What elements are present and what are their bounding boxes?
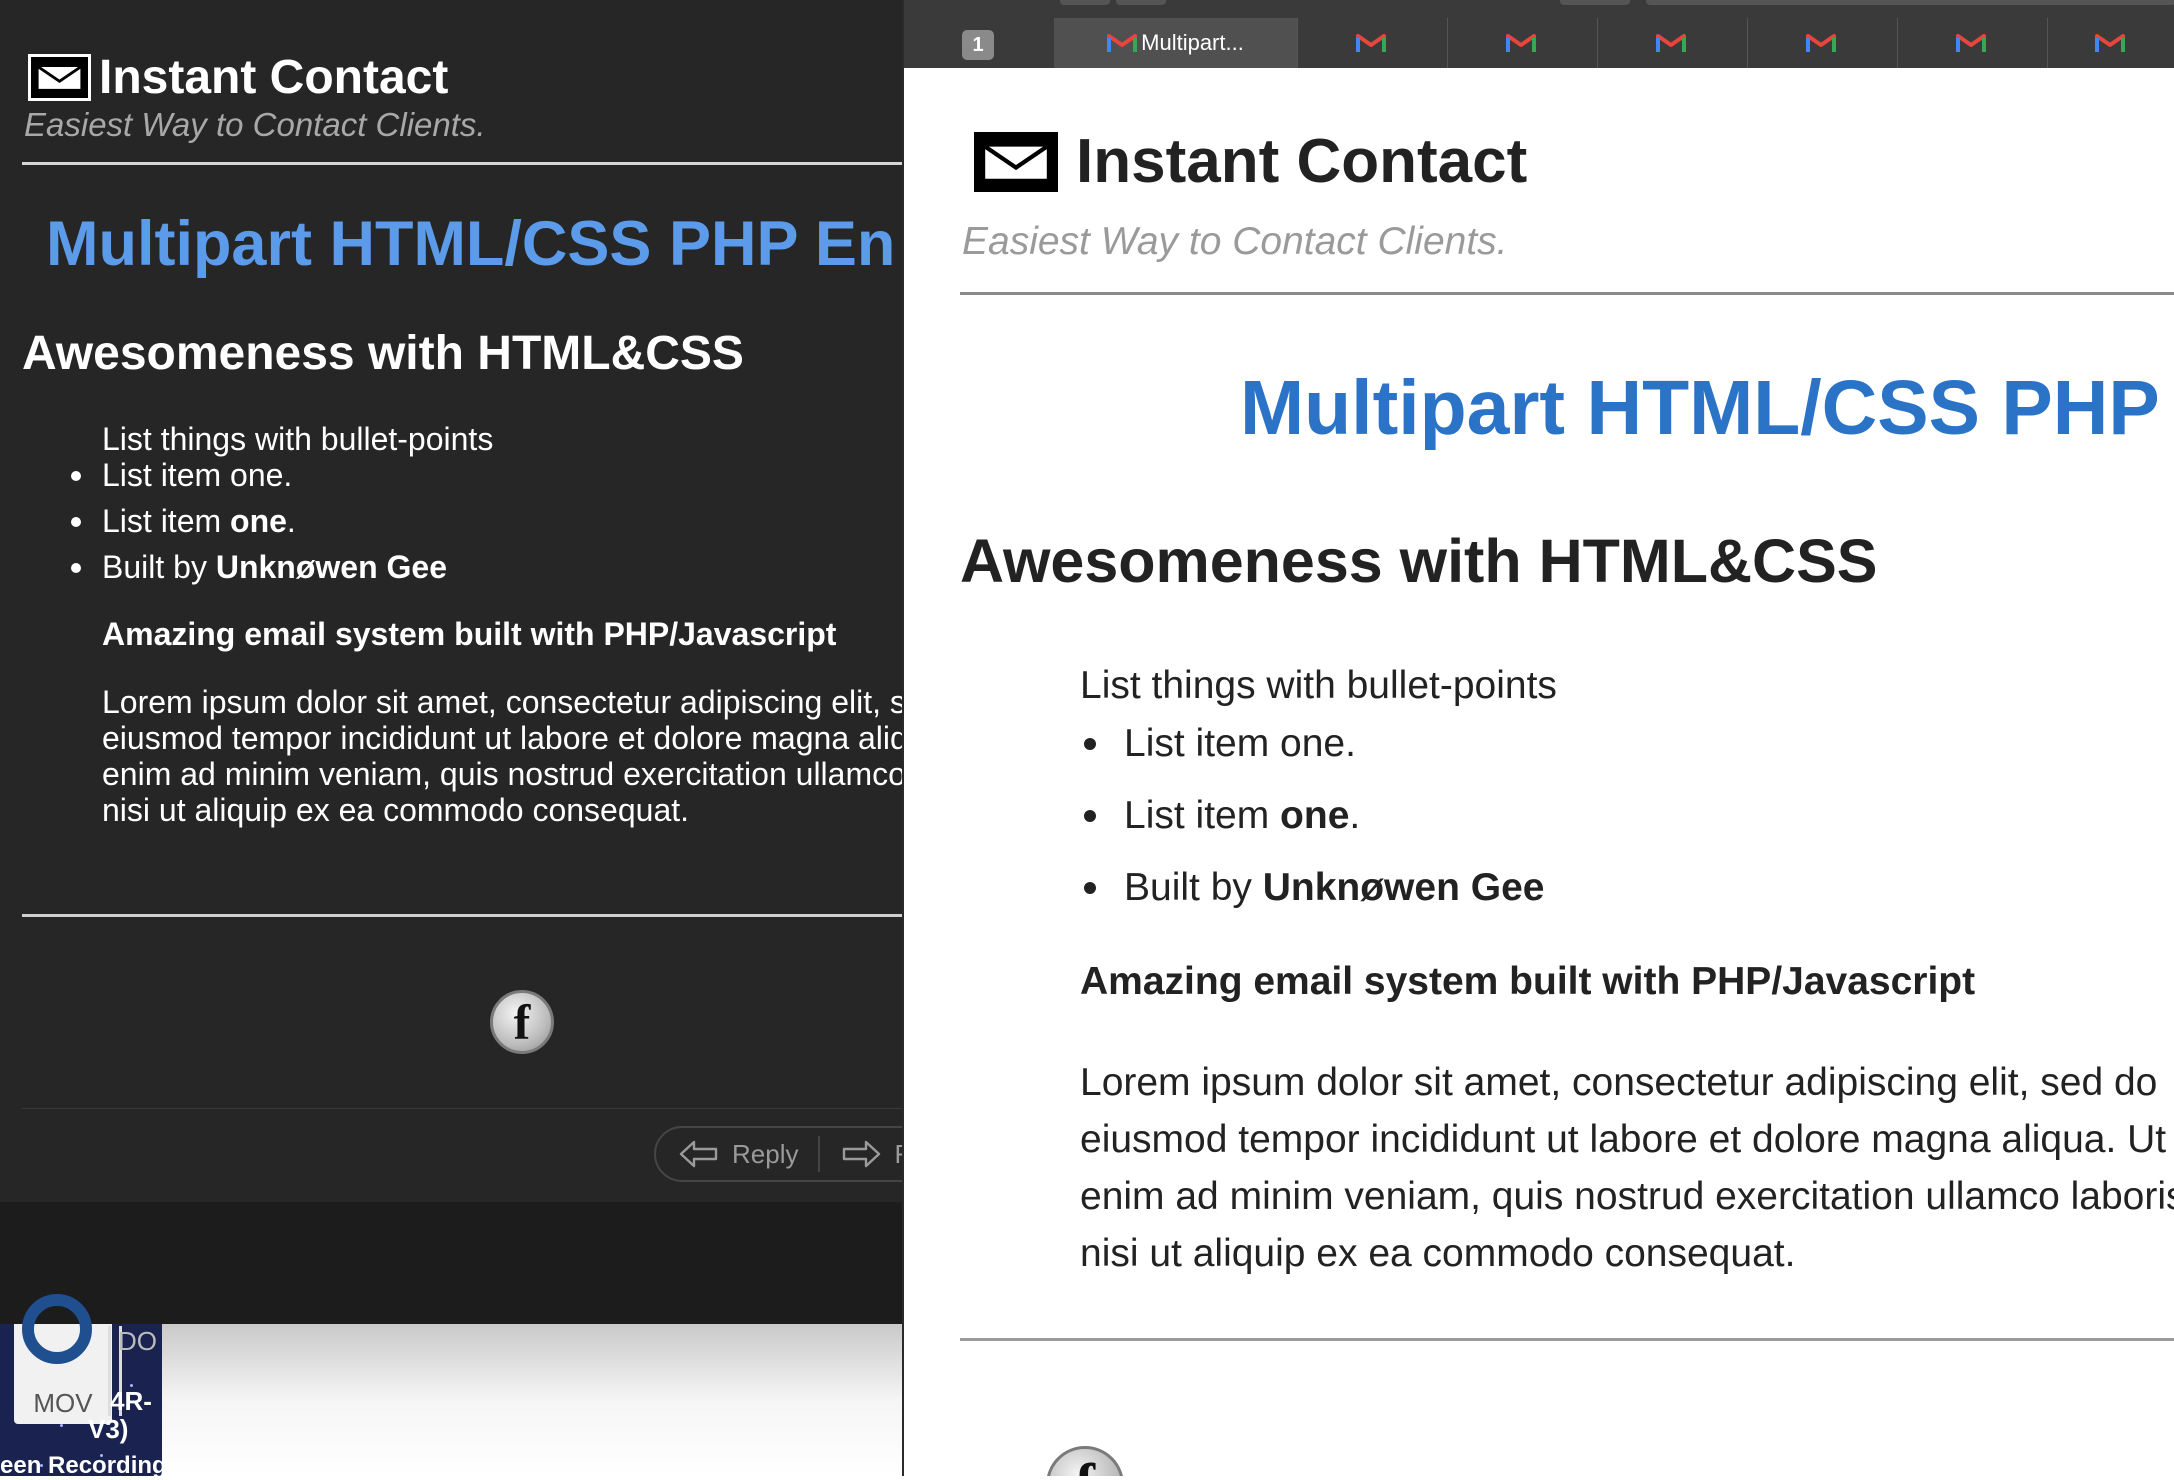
email-subheading: Awesomeness with HTML&CSS: [22, 327, 744, 380]
brand-title: Instant Contact: [99, 51, 449, 104]
reply-button[interactable]: Reply: [656, 1128, 818, 1180]
tab-gmail[interactable]: [1748, 18, 1898, 68]
email-subheading: Awesomeness with HTML&CSS: [960, 527, 1878, 595]
movie-file-icon[interactable]: MOV: [14, 1294, 112, 1424]
mail-viewer-dark: Instant Contact Easiest Way to Contact C…: [0, 0, 902, 1324]
reply-forward-group: Reply F: [654, 1126, 902, 1182]
tab-active[interactable]: Multipart...: [1054, 18, 1298, 68]
forward-arrow-icon: [843, 1140, 881, 1168]
gmail-icon: [1505, 32, 1536, 54]
gmail-icon: [1107, 32, 1138, 54]
list-item: Built by Unknøwen Gee: [71, 548, 447, 594]
tab-gmail[interactable]: [1598, 18, 1748, 68]
facebook-icon[interactable]: f: [490, 990, 554, 1054]
toolbar-control[interactable]: [1560, 0, 1630, 5]
bullet-list: List item one. List item one. Built by U…: [71, 456, 447, 594]
file-label: DO: [118, 1326, 157, 1356]
facebook-icon[interactable]: f: [1046, 1446, 1124, 1476]
tab-gmail[interactable]: [2048, 18, 2174, 68]
tagline: Easiest Way to Contact Clients.: [962, 220, 1508, 263]
list-item: List item one.: [71, 456, 447, 502]
list-intro: List things with bullet-points: [102, 421, 494, 457]
file-label: 4R-: [110, 1386, 152, 1416]
gmail-icon: [1655, 32, 1686, 54]
brand-title: Instant Contact: [1076, 127, 1528, 196]
mail-footer-bar: [0, 1202, 902, 1324]
list-intro: List things with bullet-points: [1080, 664, 1557, 707]
section-title: Amazing email system built with PHP/Java…: [1080, 960, 1976, 1003]
gmail-icon: [1955, 32, 1986, 54]
list-item: List item one.: [1083, 790, 1544, 862]
section-title: Amazing email system built with PHP/Java…: [102, 616, 837, 652]
brand-header: Instant Contact: [970, 126, 1527, 197]
divider: [22, 914, 902, 917]
tab-gmail[interactable]: [1298, 18, 1448, 68]
toolbar-control[interactable]: [1060, 0, 1110, 5]
envelope-icon: [28, 54, 91, 101]
list-item: List item one.: [1083, 718, 1544, 790]
address-bar[interactable]: [1700, 0, 2174, 5]
gmail-icon: [1805, 32, 1836, 54]
email-heading: Multipart HTML/CSS PHP En: [46, 209, 896, 279]
bullet-list: List item one. List item one. Built by U…: [1083, 718, 1544, 934]
divider: [960, 292, 2174, 295]
brand-header: Instant Contact: [28, 50, 448, 105]
gmail-icon: [2095, 32, 2125, 54]
tagline: Easiest Way to Contact Clients.: [24, 106, 486, 143]
quicktime-icon: [22, 1294, 92, 1364]
divider: [960, 1338, 2174, 1341]
tab-gmail[interactable]: [1898, 18, 2048, 68]
lorem-paragraph: Lorem ipsum dolor sit amet, consectetur …: [102, 684, 902, 828]
forward-button[interactable]: F: [820, 1128, 902, 1180]
envelope-icon: [970, 127, 1062, 196]
list-item: Built by Unknøwen Gee: [1083, 862, 1544, 934]
divider: [22, 162, 902, 165]
list-item: List item one.: [71, 502, 447, 548]
divider: [22, 1108, 902, 1109]
email-heading: Multipart HTML/CSS PHP: [1240, 365, 2160, 451]
toolbar-control[interactable]: [1116, 0, 1166, 5]
browser-window: 1 Multipart... Instant Contact Easiest W…: [902, 0, 2174, 1476]
reply-arrow-icon: [679, 1140, 718, 1168]
gmail-icon: [1355, 32, 1386, 54]
lorem-paragraph: Lorem ipsum dolor sit amet, consectetur …: [1080, 1061, 2174, 1275]
tab-gmail[interactable]: [1448, 18, 1598, 68]
tab-group-badge[interactable]: 1: [962, 30, 994, 60]
file-label: V3): [88, 1414, 129, 1444]
